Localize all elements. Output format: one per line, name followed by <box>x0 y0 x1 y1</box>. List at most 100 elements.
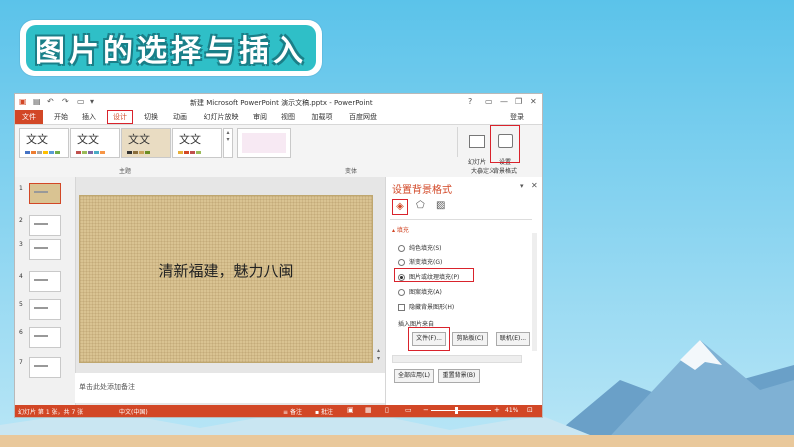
option-label: 图案填充(A) <box>409 289 442 296</box>
ribbon: 文文 文文 文文 文文 ▴ ▾ 主题 变体 幻灯片 大小 设置 背景格式 自定义 <box>15 124 542 178</box>
tab-slideshow[interactable]: 幻灯片放映 <box>199 110 243 124</box>
powerpoint-logo-icon: ▣ <box>19 97 27 106</box>
zoom-out-icon[interactable]: − <box>423 406 429 414</box>
slide-sorter-icon[interactable]: ▦ <box>365 406 372 414</box>
status-bar: 幻灯片 第 1 张，共 7 张 中文(中国) ≡ 备注 ▪ 批注 ▣ ▦ ▯ ▭… <box>15 405 542 417</box>
slide-thumbnail[interactable] <box>29 183 61 204</box>
picture-icon[interactable]: ▨ <box>436 200 445 211</box>
picture-fill-highlight <box>394 268 474 282</box>
redo-icon[interactable]: ↷ <box>62 97 69 106</box>
notes-placeholder: 单击此处添加备注 <box>79 383 135 391</box>
notes-toggle[interactable]: ≡ 备注 <box>283 407 302 416</box>
reset-background-button[interactable]: 重置背景(B) <box>438 369 480 383</box>
fill-section-header[interactable]: ▴ 填充 <box>392 225 409 234</box>
comments-toggle[interactable]: ▪ 批注 <box>315 407 333 416</box>
normal-view-icon[interactable]: ▣ <box>347 406 354 414</box>
tab-file[interactable]: 文件 <box>15 110 43 124</box>
tab-transitions[interactable]: 切换 <box>139 110 163 124</box>
help-icon[interactable]: ? <box>468 97 472 106</box>
gradient-fill-option[interactable]: 渐变填充(G) <box>398 257 442 266</box>
theme-option-1[interactable]: 文文 <box>19 128 69 158</box>
customize-group-label: 自定义 <box>477 168 496 175</box>
close-icon[interactable]: ✕ <box>530 97 537 106</box>
solid-fill-option[interactable]: 纯色填充(S) <box>398 243 442 252</box>
customize-toolbar-icon[interactable]: ▾ <box>90 97 94 106</box>
login-link[interactable]: 登录 <box>505 110 529 124</box>
theme-option-2[interactable]: 文文 <box>70 128 120 158</box>
theme-label: 文文 <box>77 133 99 146</box>
thumbnail-number: 4 <box>19 273 23 280</box>
online-button[interactable]: 联机(E)... <box>496 332 530 346</box>
fill-icon[interactable]: ◈ <box>392 199 408 215</box>
theme-label: 文文 <box>128 133 150 146</box>
slide-thumbnail[interactable] <box>29 357 61 378</box>
fit-to-window-icon[interactable]: ⊡ <box>527 406 533 414</box>
variants-group-label: 变体 <box>345 168 358 175</box>
language[interactable]: 中文(中国) <box>119 407 148 416</box>
tab-insert[interactable]: 插入 <box>77 110 101 124</box>
zoom-level[interactable]: 41% <box>505 407 518 414</box>
file-button-highlight <box>408 327 450 351</box>
notes-toggle-label: 备注 <box>289 409 302 416</box>
apply-all-button[interactable]: 全部应用(L) <box>394 369 434 383</box>
undo-icon[interactable]: ↶ <box>47 97 54 106</box>
ribbon-tabs: 文件 开始 插入 设计 切换 动画 幻灯片放映 审阅 视图 加载项 百度网盘 登… <box>15 110 542 124</box>
zoom-slider-thumb[interactable] <box>455 407 458 414</box>
tab-animations[interactable]: 动画 <box>168 110 192 124</box>
thumbnail-number: 2 <box>19 217 23 224</box>
pane-hscrollbar[interactable] <box>392 355 522 363</box>
notes-area[interactable]: 单击此处添加备注 <box>75 373 385 403</box>
slide-thumbnail[interactable] <box>29 271 61 292</box>
slide-thumbnail[interactable] <box>29 215 61 236</box>
ribbon-display-icon[interactable]: ▭ <box>485 97 493 106</box>
theme-option-4[interactable]: 文文 <box>172 128 222 158</box>
slideshow-icon[interactable]: ▭ <box>77 97 85 106</box>
theme-label: 文文 <box>26 133 48 146</box>
variant-option[interactable] <box>237 128 291 158</box>
slide-text: 清新福建，魅力八闽 <box>158 262 294 280</box>
thumbnail-number: 3 <box>19 241 23 248</box>
pane-options-icon[interactable]: ▾ <box>520 182 524 190</box>
title-banner-fill: 图片的选择与插入 <box>26 25 316 71</box>
tab-home[interactable]: 开始 <box>49 110 73 124</box>
slide-count: 幻灯片 第 1 张，共 7 张 <box>18 409 84 416</box>
effects-icon[interactable]: ⬠ <box>416 200 425 211</box>
pane-scrollbar[interactable] <box>532 233 537 351</box>
slide-size-button[interactable]: 幻灯片 大小 <box>465 128 489 175</box>
slide-canvas[interactable]: 清新福建，魅力八闽 <box>79 195 373 363</box>
maximize-icon[interactable]: ❐ <box>515 97 522 106</box>
tab-view[interactable]: 视图 <box>277 110 299 124</box>
comments-toggle-label: 批注 <box>320 409 333 416</box>
theme-option-3[interactable]: 文文 <box>121 128 171 158</box>
slide-thumbnail[interactable] <box>29 239 61 260</box>
scroll-down-icon[interactable]: ▾ <box>377 355 383 363</box>
pane-close-icon[interactable]: ✕ <box>531 181 538 190</box>
option-label: 隐藏背景图形(H) <box>409 304 455 311</box>
hide-bg-graphics-checkbox[interactable]: 隐藏背景图形(H) <box>398 302 454 311</box>
slideshow-view-icon[interactable]: ▭ <box>405 406 412 414</box>
title-bar: ▣ ▤ ↶ ↷ ▭ ▾ 新建 Microsoft PowerPoint 演示文稿… <box>15 94 542 110</box>
format-background-pane: 设置背景格式 ▾ ✕ ◈ ⬠ ▨ ▴ 填充 纯色填充(S) 渐变填充(G) 图片… <box>385 177 542 405</box>
fill-section-label: 填充 <box>396 227 409 234</box>
thumbnail-number: 1 <box>19 185 23 192</box>
tab-addins[interactable]: 加载项 <box>307 110 337 124</box>
themes-group-label: 主题 <box>119 168 132 175</box>
reading-view-icon[interactable]: ▯ <box>385 406 389 414</box>
save-icon[interactable]: ▤ <box>33 97 41 106</box>
scroll-up-icon[interactable]: ▴ <box>377 347 383 355</box>
option-label: 渐变填充(G) <box>409 259 443 266</box>
zoom-slider[interactable] <box>431 410 491 411</box>
thumbnail-number: 5 <box>19 301 23 308</box>
clipboard-button[interactable]: 剪贴板(C) <box>452 332 488 346</box>
pattern-fill-option[interactable]: 图案填充(A) <box>398 287 442 296</box>
slide-thumbnail[interactable] <box>29 327 61 348</box>
tab-baidu-netdisk[interactable]: 百度网盘 <box>343 110 383 124</box>
zoom-in-icon[interactable]: + <box>494 406 500 414</box>
thumbnail-number: 7 <box>19 359 23 366</box>
workspace: 1 2 3 4 5 6 7 清新福建，魅力八闽 ▴ ▾ 单击此处添加备注 设置背景格式 ▾ … <box>15 177 542 405</box>
minimize-icon[interactable]: — <box>500 97 508 106</box>
pane-divider <box>390 219 532 220</box>
theme-gallery-scroll[interactable]: ▴ ▾ <box>223 128 233 158</box>
tab-review[interactable]: 审阅 <box>249 110 271 124</box>
slide-thumbnail[interactable] <box>29 299 61 320</box>
